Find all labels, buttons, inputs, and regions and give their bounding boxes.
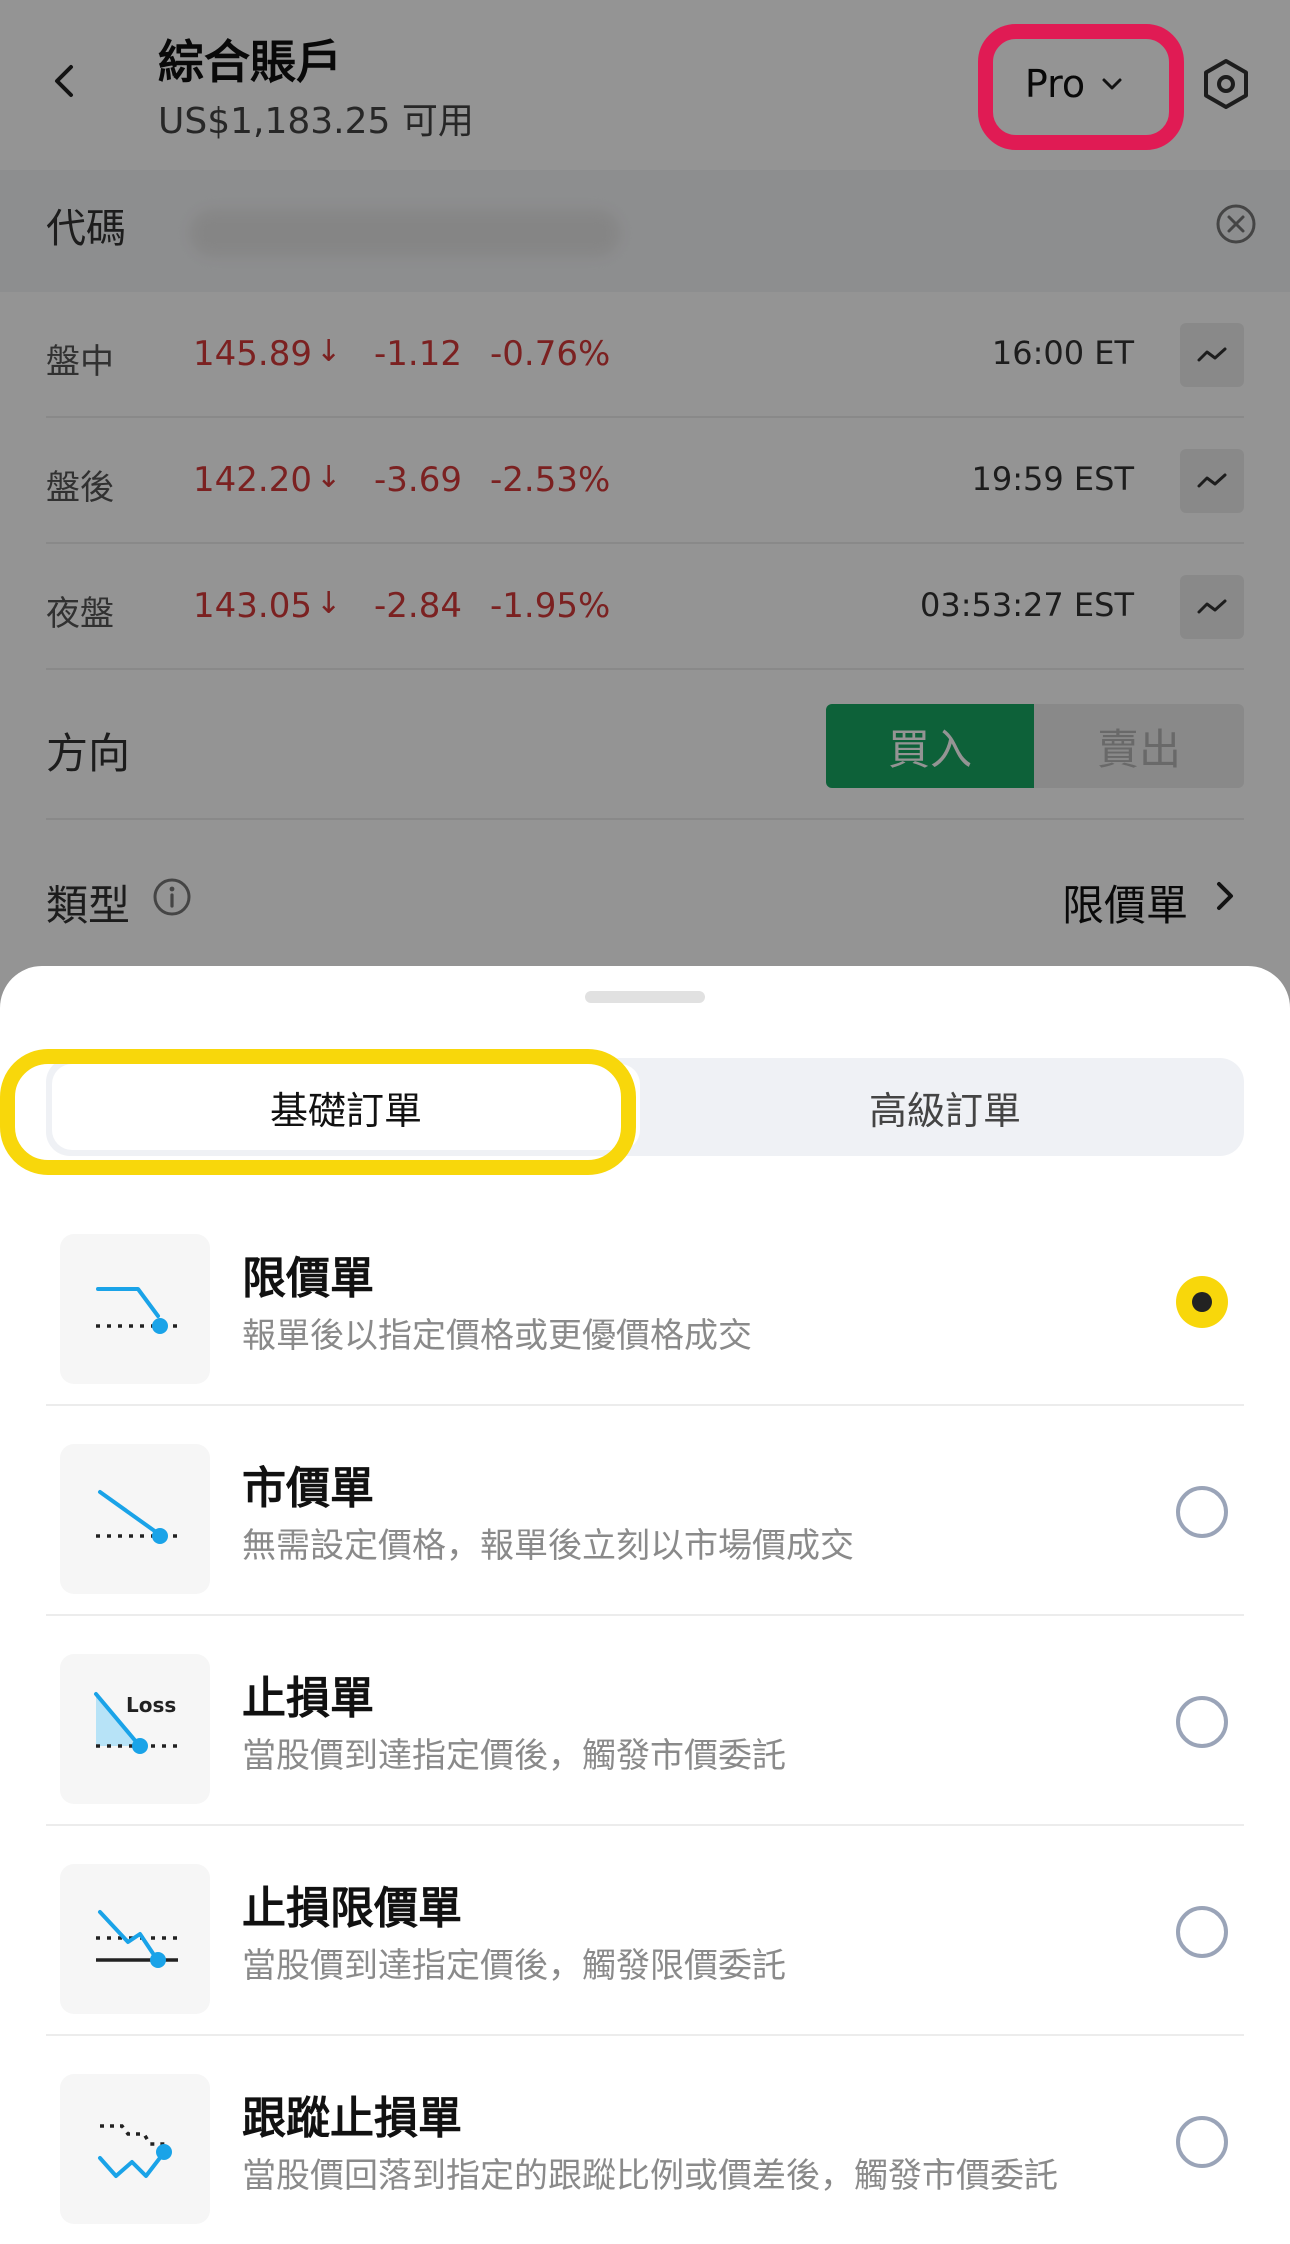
radio-unselected[interactable] [1176, 2116, 1228, 2168]
option-title: 限價單 [242, 1253, 374, 1304]
tab-advanced-orders[interactable]: 高級訂單 [646, 1058, 1244, 1156]
option-description: 當股價到達指定價後，觸發市價委託 [242, 1736, 786, 1776]
option-title: 跟蹤止損單 [242, 2093, 462, 2144]
option-stop-order[interactable]: Loss 止損單 當股價到達指定價後，觸發市價委託 [46, 1616, 1244, 1826]
option-title: 止損單 [242, 1673, 374, 1724]
radio-unselected[interactable] [1176, 1696, 1228, 1748]
option-description: 當股價到達指定價後，觸發限價委託 [242, 1946, 786, 1986]
highlight-annotation-basic-tab [0, 1049, 636, 1175]
order-type-sheet: 基礎訂單 高級訂單 限價單 報單後以指定價格或更優價格成交 市價單 無需設定價格… [0, 966, 1290, 2244]
option-title: 止損限價單 [242, 1883, 462, 1934]
option-description: 當股價回落到指定的跟蹤比例或價差後，觸發市價委託 [242, 2156, 1058, 2196]
option-limit-order[interactable]: 限價單 報單後以指定價格或更優價格成交 [46, 1196, 1244, 1406]
market-order-icon [60, 1444, 210, 1594]
sheet-grabber-handle[interactable] [585, 991, 705, 1003]
stop-order-icon: Loss [60, 1654, 210, 1804]
limit-order-icon [60, 1234, 210, 1384]
option-market-order[interactable]: 市價單 無需設定價格，報單後立刻以市場價成交 [46, 1406, 1244, 1616]
radio-unselected[interactable] [1176, 1906, 1228, 1958]
option-trailing-stop-order[interactable]: 跟蹤止損單 當股價回落到指定的跟蹤比例或價差後，觸發市價委託 [46, 2036, 1244, 2244]
option-stop-limit-order[interactable]: 止損限價單 當股價到達指定價後，觸發限價委託 [46, 1826, 1244, 2036]
trailing-stop-order-icon [60, 2074, 210, 2224]
highlight-annotation-pro [978, 24, 1184, 150]
option-title: 市價單 [242, 1463, 374, 1514]
radio-selected[interactable] [1176, 1276, 1228, 1328]
option-description: 報單後以指定價格或更優價格成交 [242, 1316, 752, 1356]
option-description: 無需設定價格，報單後立刻以市場價成交 [242, 1526, 854, 1566]
radio-unselected[interactable] [1176, 1486, 1228, 1538]
stop-icon-label: Loss [126, 1693, 176, 1717]
stop-limit-order-icon [60, 1864, 210, 2014]
